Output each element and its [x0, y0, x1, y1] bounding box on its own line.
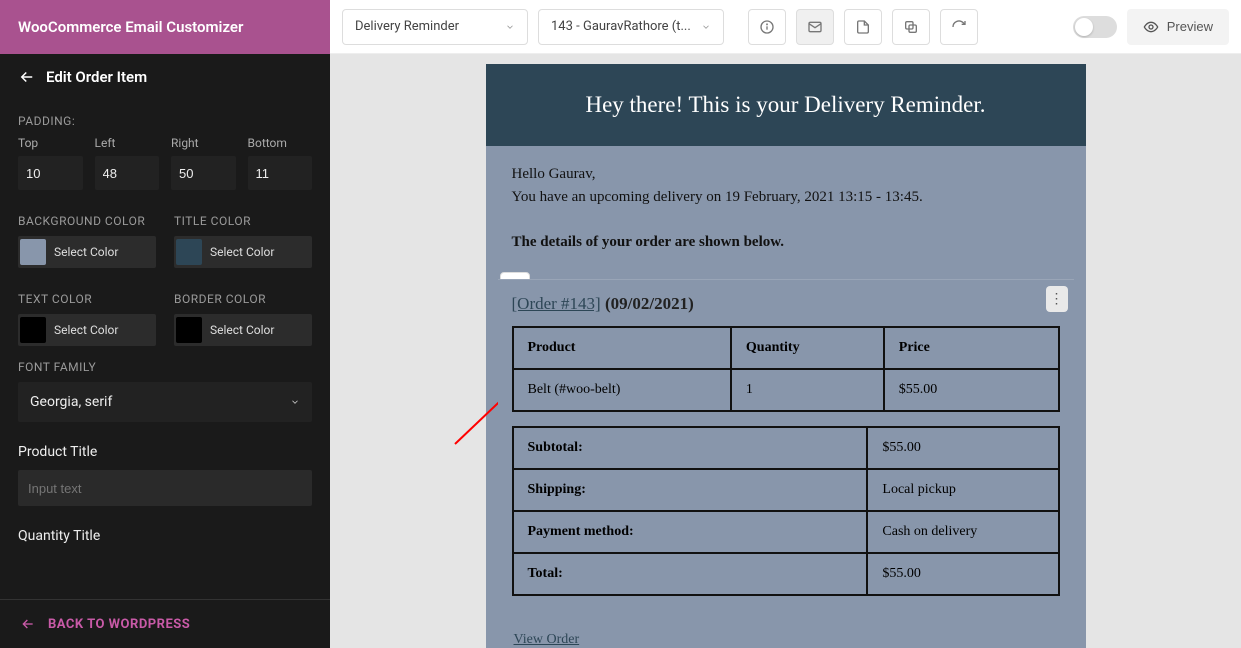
mail-button[interactable]	[796, 9, 834, 45]
sidebar-header: Edit Order Item	[0, 54, 330, 100]
block-menu-button[interactable]: ⋮	[1046, 286, 1068, 312]
arrow-left-icon	[20, 616, 36, 632]
padding-label: PADDING:	[18, 114, 312, 128]
email-details-label: The details of your order are shown belo…	[512, 234, 1060, 251]
col-price: Price	[884, 327, 1059, 369]
table-row: Subtotal:$55.00	[513, 427, 1059, 469]
info-button[interactable]	[748, 9, 786, 45]
main: Delivery Reminder 143 - GauravRathore (t…	[330, 54, 1241, 648]
text-color-button[interactable]: Select Color	[18, 314, 156, 346]
page-icon	[855, 19, 871, 35]
email-line1: You have an upcoming delivery on 19 Febr…	[512, 189, 1060, 206]
title-color-button[interactable]: Select Color	[174, 236, 312, 268]
email-greeting: Hello Gaurav,	[512, 166, 1060, 183]
bg-color-button[interactable]: Select Color	[18, 236, 156, 268]
pad-top-input[interactable]	[18, 156, 83, 190]
page-button[interactable]	[844, 9, 882, 45]
border-color-button[interactable]: Select Color	[174, 314, 312, 346]
refresh-icon	[951, 19, 967, 35]
pad-left-label: Left	[95, 136, 160, 150]
toggle-switch[interactable]	[1073, 16, 1117, 38]
col-qty: Quantity	[731, 327, 884, 369]
order-select[interactable]: 143 - GauravRathore (t...	[538, 9, 724, 45]
view-order-link[interactable]: View Order	[486, 628, 1086, 648]
product-title-label: Product Title	[18, 444, 312, 460]
chevron-down-icon	[290, 397, 300, 407]
copy-button[interactable]	[892, 9, 930, 45]
chevron-down-icon	[701, 22, 711, 32]
refresh-button[interactable]	[940, 9, 978, 45]
email-heading: Hey there! This is your Delivery Reminde…	[486, 64, 1086, 146]
chevron-down-icon	[505, 22, 515, 32]
order-title: [Order #143] (09/02/2021)	[512, 294, 1060, 314]
pad-left-input[interactable]	[95, 156, 160, 190]
table-row: Belt (#woo-belt) 1 $55.00	[513, 369, 1059, 411]
order-block[interactable]: ⋮ [Order #143] (09/02/2021) Product Quan…	[498, 279, 1074, 616]
product-title-input[interactable]	[18, 470, 312, 506]
email-preview: Hey there! This is your Delivery Reminde…	[486, 64, 1086, 648]
quantity-title-label: Quantity Title	[18, 528, 312, 544]
order-link[interactable]: [Order #143]	[512, 294, 601, 313]
pad-top-label: Top	[18, 136, 83, 150]
pad-right-label: Right	[171, 136, 236, 150]
sidebar: Edit Order Item PADDING: Top Left Right …	[0, 54, 330, 648]
back-to-wordpress[interactable]: BACK TO WORDPRESS	[20, 616, 310, 632]
edit-title: Edit Order Item	[46, 68, 147, 86]
order-items-table: Product Quantity Price Belt (#woo-belt) …	[512, 326, 1060, 412]
border-color-label: BORDER COLOR	[174, 292, 312, 306]
eye-icon	[1143, 19, 1159, 35]
mail-icon	[807, 19, 823, 35]
table-row: Total:$55.00	[513, 553, 1059, 595]
copy-icon	[903, 19, 919, 35]
pad-bottom-input[interactable]	[248, 156, 313, 190]
bg-color-label: BACKGROUND COLOR	[18, 214, 156, 228]
pad-bottom-label: Bottom	[248, 136, 313, 150]
app-title: WooCommerce Email Customizer	[18, 18, 243, 36]
title-color-label: TITLE COLOR	[174, 214, 312, 228]
back-arrow-icon[interactable]	[18, 68, 36, 86]
table-row: Shipping:Local pickup	[513, 469, 1059, 511]
table-row: Payment method:Cash on delivery	[513, 511, 1059, 553]
topbar: Delivery Reminder 143 - GauravRathore (t…	[330, 0, 1241, 54]
preview-button[interactable]: Preview	[1127, 9, 1229, 45]
canvas: ▲ ▼ Hey there! This is your Delivery Rem…	[330, 54, 1241, 648]
text-color-label: TEXT COLOR	[18, 292, 156, 306]
font-family-select[interactable]: Georgia, serif	[18, 382, 312, 422]
col-product: Product	[513, 327, 731, 369]
info-icon	[759, 19, 775, 35]
font-label: FONT FAMILY	[18, 360, 312, 374]
order-totals-table: Subtotal:$55.00 Shipping:Local pickup Pa…	[512, 426, 1060, 596]
template-select[interactable]: Delivery Reminder	[342, 9, 528, 45]
pad-right-input[interactable]	[171, 156, 236, 190]
order-date: (09/02/2021)	[605, 294, 694, 313]
